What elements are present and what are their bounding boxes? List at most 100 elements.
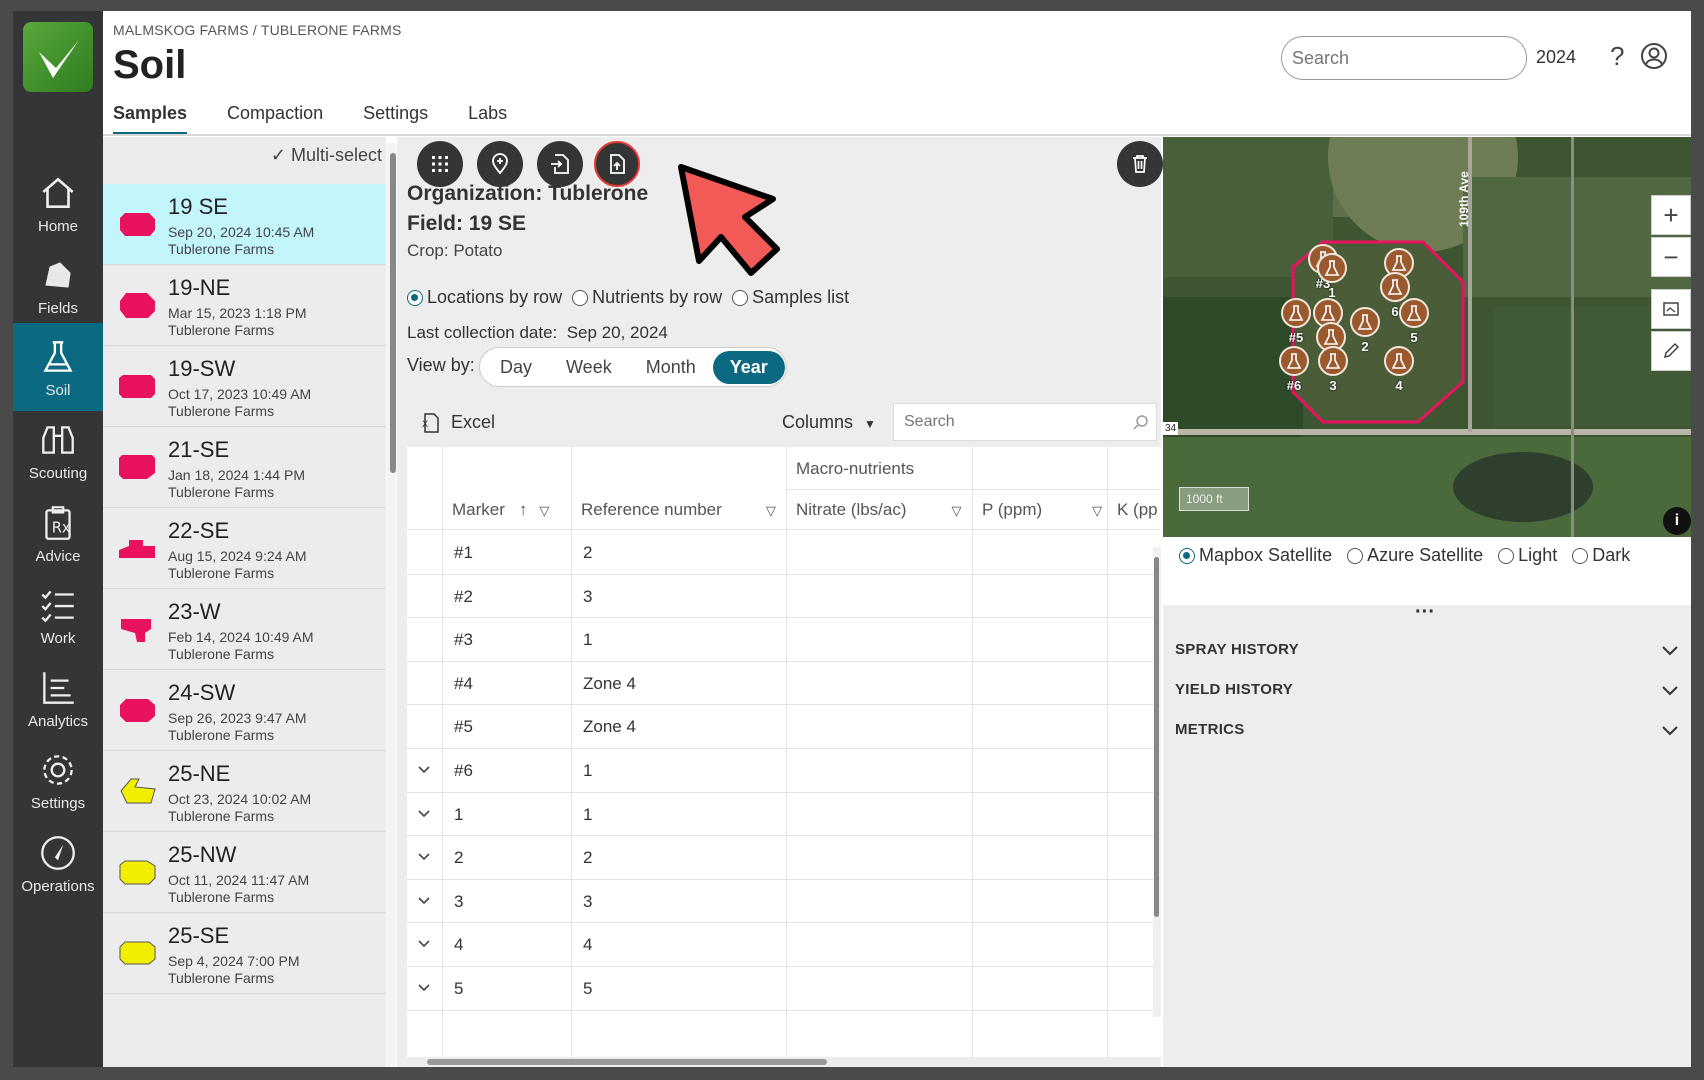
zoom-in-button[interactable]: + (1651, 195, 1691, 235)
help-icon[interactable]: ? (1610, 41, 1624, 72)
import-button[interactable] (537, 141, 583, 187)
tab-settings[interactable]: Settings (363, 103, 428, 135)
filter-icon[interactable]: ▽ (952, 503, 962, 518)
radio-locations-by-row[interactable]: Locations by row (407, 287, 562, 308)
table-row[interactable]: #6 1 (407, 749, 1161, 793)
field-item[interactable]: 25-SE Sep 4, 2024 7:00 PM Tublerone Farm… (103, 913, 386, 994)
sample-marker[interactable]: 3 (1317, 345, 1349, 393)
tab-compaction[interactable]: Compaction (227, 103, 323, 135)
radio-button[interactable] (1347, 547, 1364, 564)
map-info-icon[interactable]: i (1663, 507, 1691, 535)
radio-button[interactable] (407, 289, 423, 306)
expand-chevron-icon[interactable] (417, 807, 431, 821)
nav-work[interactable]: Work (13, 571, 103, 659)
upload-file-button[interactable] (594, 141, 640, 187)
filter-icon[interactable]: ▽ (766, 503, 776, 518)
expand-chevron-icon[interactable] (417, 894, 431, 908)
table-row[interactable]: #1 2 (407, 531, 1161, 575)
sample-marker[interactable]: 2 (1349, 306, 1381, 354)
breadcrumb[interactable]: MALMSKOG FARMS / TUBLERONE FARMS (113, 22, 402, 38)
column-header-marker[interactable]: Marker ↑ ▽ (452, 500, 549, 520)
table-row[interactable]: #5 Zone 4 (407, 705, 1161, 749)
view-by-day[interactable]: Day (483, 351, 549, 384)
draw-button[interactable] (1651, 331, 1691, 371)
accordion-yield-history[interactable]: YIELD HISTORY (1163, 673, 1691, 709)
sample-marker[interactable]: #6 (1278, 345, 1310, 393)
nav-home[interactable]: Home (13, 159, 103, 247)
radio-button[interactable] (1179, 547, 1195, 564)
field-item[interactable]: 25-NE Oct 23, 2024 10:02 AM Tublerone Fa… (103, 751, 386, 832)
sort-ascending-icon[interactable]: ↑ (519, 500, 528, 519)
column-header-reference-number[interactable]: Reference number ▽ (581, 500, 776, 520)
list-scroll-thumb[interactable] (390, 153, 396, 473)
delete-button[interactable] (1117, 141, 1163, 187)
nav-advice[interactable]: Rx Advice (13, 489, 103, 577)
radio-button[interactable] (572, 289, 589, 306)
sample-marker[interactable]: 4 (1383, 345, 1415, 393)
nav-analytics[interactable]: Analytics (13, 654, 103, 742)
column-header-k[interactable]: K (pp (1117, 500, 1158, 520)
sample-marker[interactable]: #5 (1280, 297, 1312, 345)
add-location-button[interactable] (477, 141, 523, 187)
excel-export-button[interactable]: X Excel (421, 412, 495, 433)
table-row[interactable]: 55 (407, 967, 1161, 1011)
field-item[interactable]: 21-SE Jan 18, 2024 1:44 PM Tublerone Far… (103, 427, 386, 508)
accordion-metrics[interactable]: METRICS (1163, 713, 1691, 749)
nav-fields[interactable]: Fields (13, 241, 103, 329)
radio-button[interactable] (732, 289, 749, 306)
expand-chevron-icon[interactable] (417, 937, 431, 951)
columns-dropdown[interactable]: Columns ▼ (782, 412, 876, 433)
table-row[interactable]: 33 (407, 880, 1161, 924)
expand-chevron-icon[interactable] (417, 850, 431, 864)
year-selector[interactable]: 2024 (1536, 47, 1576, 68)
user-icon[interactable] (1640, 42, 1668, 70)
table-row[interactable]: 44 (407, 923, 1161, 967)
field-item[interactable]: 19 SE Sep 20, 2024 10:45 AM Tublerone Fa… (103, 184, 386, 265)
field-item[interactable]: 23-W Feb 14, 2024 10:49 AM Tublerone Far… (103, 589, 386, 670)
app-logo[interactable] (23, 22, 93, 92)
field-item[interactable]: 19-SW Oct 17, 2023 10:49 AM Tublerone Fa… (103, 346, 386, 427)
table-row[interactable]: #4 Zone 4 (407, 662, 1161, 706)
field-item[interactable]: 24-SW Sep 26, 2023 9:47 AM Tublerone Far… (103, 670, 386, 751)
resize-handle[interactable]: ··· (1415, 602, 1435, 622)
search-input[interactable] (1281, 36, 1527, 80)
grid-search-input[interactable] (893, 403, 1157, 441)
field-item[interactable]: 25-NW Oct 11, 2024 11:47 AM Tublerone Fa… (103, 832, 386, 913)
column-header-p[interactable]: P (ppm) ▽ (982, 500, 1102, 520)
table-row[interactable]: #3 1 (407, 618, 1161, 662)
grid-vertical-scroll-thumb[interactable] (1154, 557, 1159, 917)
view-by-week[interactable]: Week (549, 351, 629, 384)
tab-labs[interactable]: Labs (468, 103, 507, 135)
multiselect-toggle[interactable]: ✓ Multi-select (271, 145, 382, 166)
radio-button[interactable] (1572, 547, 1589, 564)
expand-chevron-icon[interactable] (417, 763, 431, 777)
field-item[interactable]: 22-SE Aug 15, 2024 9:24 AM Tublerone Far… (103, 508, 386, 589)
expand-chevron-icon[interactable] (417, 981, 431, 995)
grid-horizontal-scroll-thumb[interactable] (427, 1059, 827, 1065)
column-header-nitrate[interactable]: Nitrate (lbs/ac) ▽ (796, 500, 962, 520)
field-item[interactable]: 19-NE Mar 15, 2023 1:18 PM Tublerone Far… (103, 265, 386, 346)
accordion-spray-history[interactable]: SPRAY HISTORY (1163, 633, 1691, 669)
nav-scouting[interactable]: Scouting (13, 406, 103, 494)
fit-bounds-button[interactable] (1651, 289, 1691, 329)
view-by-year[interactable]: Year (712, 350, 785, 384)
sample-marker[interactable]: 5 (1398, 297, 1430, 345)
table-row[interactable]: 11 (407, 793, 1161, 837)
radio-light[interactable]: Light (1498, 545, 1557, 566)
filter-icon[interactable]: ▽ (1092, 503, 1102, 518)
tab-samples[interactable]: Samples (113, 103, 188, 135)
grid-view-button[interactable] (417, 141, 463, 187)
satellite-map[interactable]: 109th Ave 34 #31#16#54#2253#64 + − 1000 … (1163, 137, 1691, 537)
sample-marker[interactable]: 1 (1316, 252, 1348, 300)
nav-operations[interactable]: Operations (13, 819, 103, 907)
view-by-month[interactable]: Month (629, 351, 713, 384)
table-row[interactable]: #2 3 (407, 575, 1161, 619)
filter-icon[interactable]: ▽ (539, 503, 549, 518)
table-row[interactable]: 22 (407, 836, 1161, 880)
radio-azure-satellite[interactable]: Azure Satellite (1347, 545, 1483, 566)
radio-dark[interactable]: Dark (1572, 545, 1630, 566)
radio-mapbox-satellite[interactable]: Mapbox Satellite (1179, 545, 1332, 566)
zoom-out-button[interactable]: − (1651, 237, 1691, 277)
nav-settings[interactable]: Settings (13, 736, 103, 824)
nav-soil[interactable]: Soil (13, 323, 103, 411)
